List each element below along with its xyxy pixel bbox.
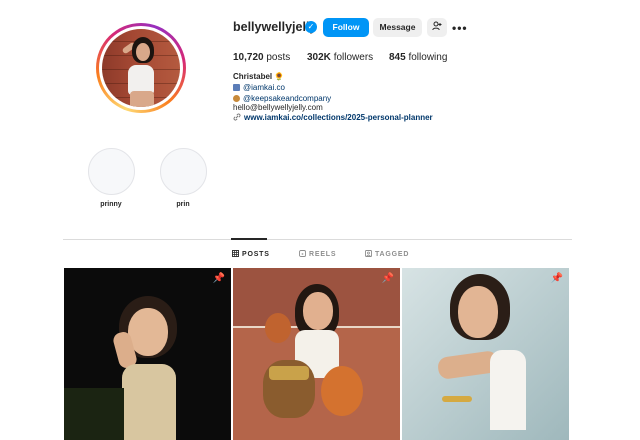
pin-icon: 📌 xyxy=(550,273,563,284)
bio-link-iamkai[interactable]: @iamkai.co xyxy=(243,83,285,92)
highlight-label: prinny xyxy=(100,201,122,208)
more-options-icon[interactable]: ••• xyxy=(452,21,468,35)
verified-badge-icon: ✓ xyxy=(305,21,317,33)
tab-posts[interactable]: POSTS xyxy=(232,250,270,258)
tabs-divider xyxy=(63,239,572,240)
post-tile-1[interactable]: 📌 xyxy=(64,268,231,440)
avatar-photo xyxy=(102,29,180,107)
bio-line-1: @iamkai.co xyxy=(233,82,285,93)
follow-button[interactable]: Follow xyxy=(323,18,369,37)
posts-count: 10,720 posts xyxy=(233,52,291,63)
link-icon xyxy=(233,113,241,121)
profile-username: bellywellyjelly xyxy=(233,20,317,34)
highlight-prinny[interactable] xyxy=(88,148,135,195)
bio-name: Christabel 🌻 xyxy=(233,72,285,81)
followers-count[interactable]: 302K followers xyxy=(307,52,373,63)
post-tile-2[interactable]: 📌 xyxy=(233,268,400,440)
following-count[interactable]: 845 following xyxy=(389,52,447,63)
highlight-label: prin xyxy=(176,201,190,208)
profile-avatar[interactable] xyxy=(96,23,186,113)
reels-icon xyxy=(299,250,306,257)
grid-icon xyxy=(232,250,239,257)
tab-tagged[interactable]: TAGGED xyxy=(365,250,409,258)
tab-reels[interactable]: REELS xyxy=(299,250,336,258)
post-tile-3[interactable]: 📌 xyxy=(402,268,569,440)
person-add-icon xyxy=(432,21,442,31)
pin-icon: 📌 xyxy=(381,273,394,284)
suggest-accounts-button[interactable] xyxy=(427,18,447,37)
book-icon xyxy=(233,84,240,91)
pin-icon: 📌 xyxy=(212,273,225,284)
tagged-icon xyxy=(365,250,372,257)
bio-website[interactable]: www.iamkai.co/collections/2025-personal-… xyxy=(233,112,433,123)
active-tab-indicator xyxy=(231,238,267,240)
message-button[interactable]: Message xyxy=(373,18,422,37)
cookie-icon xyxy=(233,95,240,102)
highlight-prin[interactable] xyxy=(160,148,207,195)
